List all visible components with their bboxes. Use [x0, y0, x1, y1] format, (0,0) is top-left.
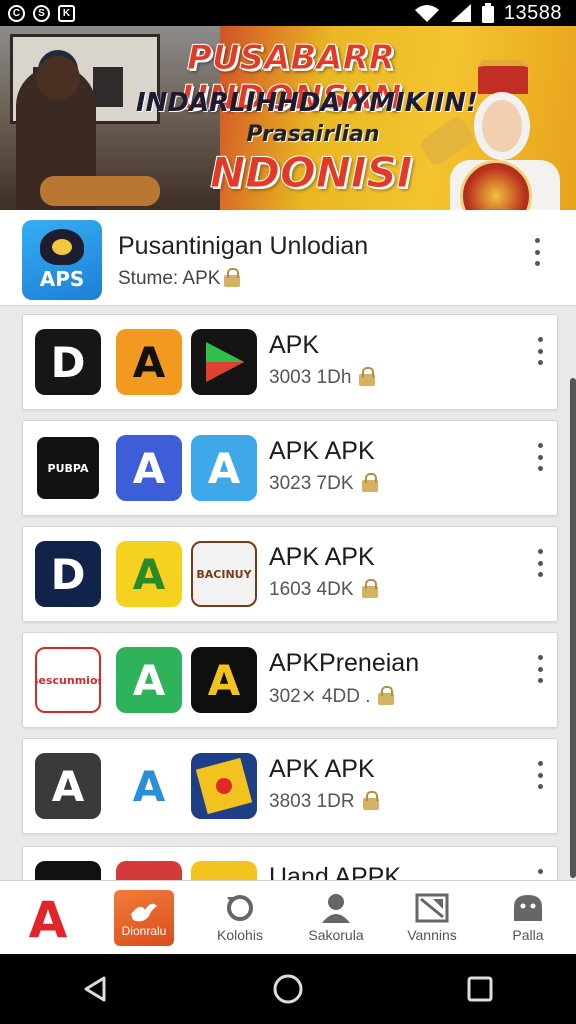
lock-icon — [361, 579, 378, 598]
featured-app-subtitle: Stume: APK — [118, 268, 241, 290]
banner-big-title: NDONISI — [210, 148, 413, 198]
partial-red-icon[interactable] — [116, 861, 182, 880]
partial-yellow-icon[interactable] — [191, 861, 257, 880]
black-yellow-a-logo-icon[interactable]: A — [191, 647, 257, 713]
more-options-icon[interactable] — [535, 443, 545, 471]
list-item-subtitle: 3803 1DR — [269, 791, 379, 813]
list-item[interactable]: D A APK 3003 1Dh — [22, 314, 558, 410]
lock-icon — [361, 473, 378, 492]
featured-app-card[interactable]: APS Pusantinigan Unlodian Stume: APK — [0, 210, 576, 306]
recents-button[interactable] — [460, 969, 500, 1009]
nav-item-vannins[interactable]: Vannins — [384, 881, 480, 954]
green-a-logo-icon[interactable]: A — [116, 647, 182, 713]
red-circle-logo-icon[interactable]: sescunmios — [35, 647, 101, 713]
nav-item-home[interactable]: A — [0, 881, 96, 954]
status-bar: C S K 13588 — [0, 0, 576, 26]
pubpa-logo-icon[interactable]: PUBPA — [35, 435, 101, 501]
s-notification-icon: S — [33, 4, 50, 22]
person-icon — [322, 893, 350, 923]
status-right: 13588 — [414, 2, 576, 25]
k-notification-icon: K — [58, 4, 75, 22]
list-item-title: Uand APPK — [269, 863, 402, 880]
recents-square-icon — [467, 976, 493, 1002]
yellow-a-logo-icon[interactable]: A — [116, 541, 182, 607]
list-item-subtitle: 1603 4DK — [269, 579, 378, 601]
system-navigation-bar — [0, 954, 576, 1024]
list-item-title: APK — [269, 331, 320, 359]
card-logo-icon[interactable] — [191, 753, 257, 819]
aps-icon-label: APS — [39, 267, 85, 291]
app-screen: C S K 13588 PUSABARR UNDONSAN INDARLIHHD… — [0, 0, 576, 1024]
list-item[interactable]: Uand APPK — [22, 846, 558, 880]
status-left-icons: C S K — [0, 4, 75, 22]
bottom-navigation: A Dionralu Kolohis Sakorula Vannins Pall… — [0, 880, 576, 954]
scrollbar[interactable] — [570, 378, 576, 878]
more-options-icon[interactable] — [532, 238, 542, 266]
app-list: D A APK 3003 1Dh PUBPA A A APK APK 3023 … — [0, 306, 576, 880]
list-item-title: APKPreneian — [269, 649, 420, 677]
list-item-title: APK APK — [269, 543, 375, 571]
nav-label: Kolohis — [217, 926, 263, 943]
wifi-icon — [414, 5, 439, 22]
nav-label: Vannins — [407, 926, 457, 943]
list-item-title: APK APK — [269, 755, 375, 783]
more-options-icon[interactable] — [535, 655, 545, 683]
more-options-icon[interactable] — [535, 869, 545, 880]
nav-label: Dionralu — [121, 923, 167, 938]
badge-emblem-icon[interactable]: BACINUY — [191, 541, 257, 607]
nav-item-palla[interactable]: Palla — [480, 881, 576, 954]
banner-tagline: Prasairlian — [246, 122, 380, 147]
lock-icon — [362, 791, 379, 810]
banner-subheadline: INDARLIHHDAIYMIKIIN! — [136, 88, 478, 118]
nav-label: Palla — [512, 926, 544, 943]
promo-banner[interactable]: PUSABARR UNDONSAN INDARLIHHDAIYMIKIIN! P… — [0, 26, 576, 210]
partial-dark-icon[interactable] — [35, 861, 101, 880]
list-item[interactable]: D A BACINUY APK APK 1603 4DK — [22, 526, 558, 622]
lock-icon — [224, 268, 241, 287]
list-item[interactable]: A A APK APK 3803 1DR — [22, 738, 558, 834]
nav-item-kolohis[interactable]: Kolohis — [192, 881, 288, 954]
home-circle-icon — [273, 974, 303, 1004]
red-a-logo-icon: A — [28, 890, 68, 949]
nav-item-sakorula[interactable]: Sakorula — [288, 881, 384, 954]
list-item-subtitle: 3003 1Dh — [269, 367, 376, 389]
nav-label: Sakorula — [308, 926, 364, 943]
circle-a-logo-icon[interactable]: A — [116, 753, 182, 819]
light-blue-a-logo-icon[interactable]: A — [191, 435, 257, 501]
home-button[interactable] — [268, 969, 308, 1009]
orange-a-logo-icon[interactable]: A — [116, 329, 182, 395]
lock-icon — [359, 367, 376, 386]
list-item-subtitle: 3023 7DK — [269, 473, 378, 495]
signal-icon — [450, 4, 471, 22]
list-item[interactable]: PUBPA A A APK APK 3023 7DK — [22, 420, 558, 516]
image-icon — [415, 893, 449, 922]
navy-d-logo-icon[interactable]: D — [35, 541, 101, 607]
blue-a-logo-icon[interactable]: A — [116, 435, 182, 501]
refresh-icon — [227, 894, 253, 921]
status-time: 13588 — [503, 1, 562, 24]
dark-d-logo-icon[interactable]: D — [35, 329, 101, 395]
play-triangle-icon[interactable] — [191, 329, 257, 395]
featured-app-title: Pusantinigan Unlodian — [118, 232, 369, 260]
list-item[interactable]: sescunmios A A APKPreneian 302⨯ 4DD . — [22, 632, 558, 728]
orange-bird-tile-icon: Dionralu — [114, 889, 174, 946]
ghost-icon — [514, 894, 542, 921]
aps-app-icon[interactable]: APS — [22, 220, 102, 300]
nav-item-dionralu[interactable]: Dionralu — [96, 881, 192, 954]
guitar-figure — [40, 176, 160, 206]
lock-icon — [378, 685, 395, 705]
list-item-subtitle: 302⨯ 4DD . — [269, 685, 395, 708]
c-notification-icon: C — [8, 4, 25, 22]
back-button[interactable] — [76, 969, 116, 1009]
more-options-icon[interactable] — [535, 761, 545, 789]
list-item-title: APK APK — [269, 437, 375, 465]
more-options-icon[interactable] — [535, 549, 545, 577]
grey-a-logo-icon[interactable]: A — [35, 753, 101, 819]
more-options-icon[interactable] — [535, 337, 545, 365]
battery-icon — [481, 3, 494, 23]
back-triangle-icon — [84, 976, 106, 1002]
